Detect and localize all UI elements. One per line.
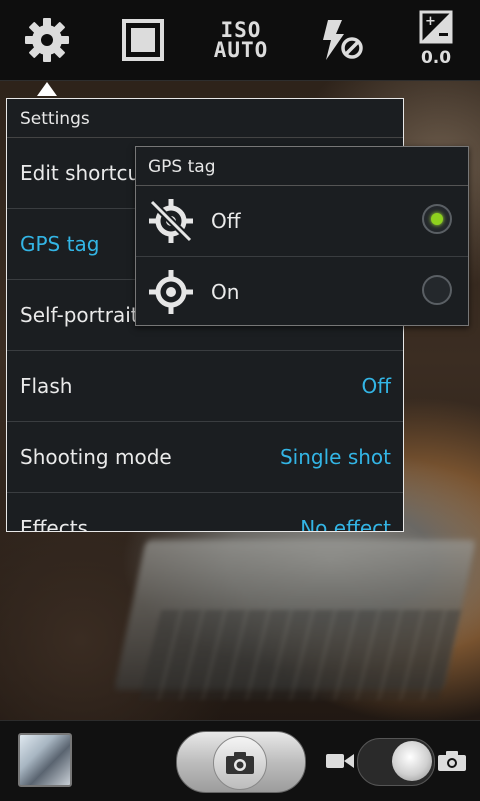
setting-label: Shooting mode xyxy=(20,445,172,469)
video-camera-icon xyxy=(326,754,354,768)
gps-tag-popup: GPS tag Off On xyxy=(135,146,469,326)
setting-row-shooting-mode[interactable]: Shooting mode Single shot xyxy=(7,422,403,493)
shutter-button[interactable] xyxy=(176,731,306,793)
square-frame-icon xyxy=(122,19,164,61)
settings-button[interactable] xyxy=(2,0,92,80)
radio-unselected[interactable] xyxy=(422,275,452,305)
camera-mode-toggle[interactable] xyxy=(357,738,435,786)
camera-icon xyxy=(226,752,254,774)
gps-option-label: Off xyxy=(211,209,241,233)
setting-label: Flash xyxy=(20,374,73,398)
setting-label: Effects xyxy=(20,516,88,532)
gps-option-label: On xyxy=(211,280,240,304)
svg-text:+: + xyxy=(425,14,436,29)
setting-value: Off xyxy=(361,374,391,398)
camera-top-toolbar: ISO AUTO + 0.0 xyxy=(0,0,480,81)
gear-icon xyxy=(25,18,69,62)
setting-row-flash[interactable]: Flash Off xyxy=(7,351,403,422)
exposure-icon: + xyxy=(419,10,453,44)
gps-target-icon xyxy=(149,270,193,314)
settings-panel-pointer xyxy=(37,82,57,96)
setting-row-effects[interactable]: Effects No effect xyxy=(7,493,403,532)
frame-mode-button[interactable] xyxy=(98,0,188,80)
iso-button[interactable]: ISO AUTO xyxy=(196,0,286,80)
blurred-keyboard-background xyxy=(138,610,462,700)
shutter-inner xyxy=(213,736,267,790)
setting-label: GPS tag xyxy=(20,232,100,256)
gps-option-on[interactable]: On xyxy=(136,256,468,327)
setting-value: Single shot xyxy=(279,445,391,469)
iso-label: ISO xyxy=(220,18,262,42)
last-photo-thumbnail[interactable] xyxy=(18,733,72,787)
setting-value: No effect xyxy=(300,516,391,532)
setting-label: Self-portrait xyxy=(20,303,139,327)
flash-off-icon xyxy=(323,20,363,60)
iso-auto-label: AUTO xyxy=(213,38,269,62)
gps-popup-title: GPS tag xyxy=(136,147,468,186)
gps-option-off[interactable]: Off xyxy=(136,186,468,256)
mode-toggle-knob[interactable] xyxy=(392,741,432,781)
flash-button[interactable] xyxy=(294,0,384,80)
exposure-button[interactable]: + xyxy=(392,0,480,80)
camera-icon xyxy=(438,751,466,771)
exposure-value: 0.0 xyxy=(420,48,452,68)
gps-off-icon xyxy=(149,199,193,243)
radio-selected[interactable] xyxy=(422,204,452,234)
settings-title: Settings xyxy=(7,99,403,138)
camera-bottom-bar xyxy=(0,720,480,801)
iso-icon: ISO AUTO xyxy=(213,18,269,62)
